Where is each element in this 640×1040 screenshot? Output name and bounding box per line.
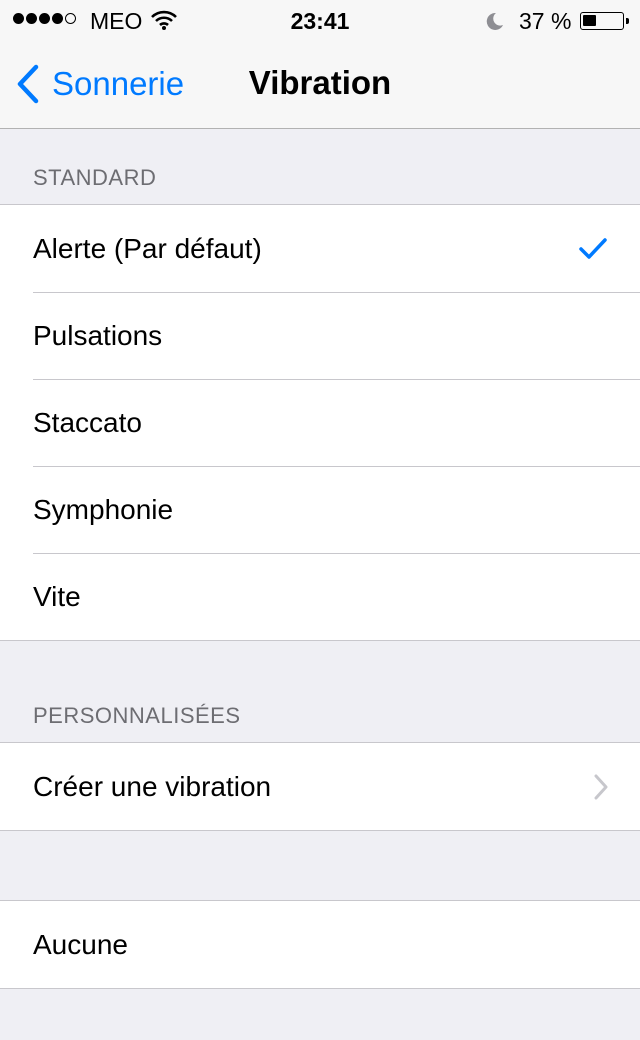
vibration-option-aucune[interactable]: Aucune [0, 901, 640, 988]
option-label: Symphonie [33, 493, 174, 525]
vibration-option-pulsations[interactable]: Pulsations [0, 292, 640, 379]
create-vibration-row[interactable]: Créer une vibration [0, 743, 640, 830]
moon-icon [485, 10, 505, 37]
standard-group: Alerte (Par défaut) Pulsations Staccato … [0, 204, 640, 641]
page-title: Vibration [248, 64, 392, 101]
option-label: Pulsations [33, 319, 163, 351]
custom-group: Créer une vibration [0, 742, 640, 831]
section-header-custom: PERSONNALISÉES [33, 703, 241, 728]
battery-tip [626, 18, 629, 24]
option-label: Alerte (Par défaut) [33, 232, 262, 264]
section-header-standard: STANDARD [33, 165, 157, 190]
top-bar: MEO 23:41 37 % Sonnerie Vibration [0, 0, 640, 129]
vibration-option-alerte[interactable]: Alerte (Par défaut) [0, 205, 640, 292]
none-group: Aucune [0, 900, 640, 989]
status-bar: MEO 23:41 37 % [0, 0, 640, 40]
vibration-option-staccato[interactable]: Staccato [0, 379, 640, 466]
option-label: Staccato [33, 406, 142, 438]
checkmark-icon [579, 238, 607, 265]
option-label: Créer une vibration [33, 770, 272, 802]
battery-percent: 37 % [519, 8, 572, 34]
option-label: Vite [33, 580, 81, 612]
vibration-option-vite[interactable]: Vite [0, 553, 640, 640]
battery-level [583, 15, 596, 26]
option-label: Aucune [33, 928, 128, 960]
battery-icon [580, 12, 629, 30]
vibration-option-symphonie[interactable]: Symphonie [0, 466, 640, 553]
chevron-right-icon [594, 774, 608, 805]
